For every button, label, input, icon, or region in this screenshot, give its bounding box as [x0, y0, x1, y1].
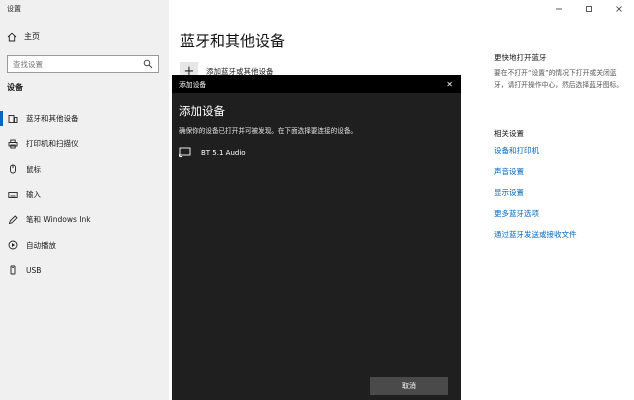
- related-settings: 相关设置 设备和打印机 声音设置 显示设置 更多蓝牙选项 通过蓝牙发送或接收文件: [494, 128, 629, 245]
- close-icon: [616, 6, 622, 12]
- home-label: 主页: [24, 32, 40, 41]
- sidebar-item-typing[interactable]: 输入: [0, 182, 169, 207]
- dialog-titlebar: 添加设备 ✕: [172, 75, 461, 93]
- dialog-close-button[interactable]: ✕: [446, 80, 453, 89]
- device-list-item[interactable]: BT 5.1 Audio: [179, 146, 246, 160]
- link-devices-printers[interactable]: 设备和打印机: [494, 140, 629, 161]
- sidebar-item-label: USB: [26, 265, 42, 275]
- sidebar-item-label: 自动播放: [26, 240, 56, 250]
- link-bluetooth-file-transfer[interactable]: 通过蓝牙发送或接收文件: [494, 224, 629, 245]
- printer-icon: [8, 139, 18, 149]
- sidebar-item-printers[interactable]: 打印机和扫描仪: [0, 131, 169, 156]
- minimize-button[interactable]: [544, 0, 574, 18]
- sidebar: 设置 主页 设备 蓝牙和其他设备 打印机和扫描仪: [0, 0, 169, 400]
- mouse-icon: [8, 164, 18, 174]
- close-icon: ✕: [446, 79, 453, 89]
- device-name: BT 5.1 Audio: [201, 149, 246, 157]
- search-icon[interactable]: [143, 59, 153, 71]
- quick-tip: 更快地打开蓝牙 要在不打开“设置”的情况下打开或关闭蓝牙，请打开操作中心，然后选…: [494, 52, 629, 91]
- audio-device-icon: [179, 146, 193, 160]
- link-sound-settings[interactable]: 声音设置: [494, 161, 629, 182]
- pen-icon: [8, 215, 18, 225]
- autoplay-icon: [8, 240, 18, 250]
- window-controls: [544, 0, 634, 18]
- quick-tip-heading: 更快地打开蓝牙: [494, 53, 547, 62]
- sidebar-item-autoplay[interactable]: 自动播放: [0, 232, 169, 257]
- section-label-devices: 设备: [7, 83, 23, 92]
- sidebar-item-label: 输入: [26, 190, 41, 200]
- bluetooth-devices-icon: [8, 114, 18, 124]
- minimize-icon: [556, 8, 562, 10]
- quick-tip-description: 要在不打开“设置”的情况下打开或关闭蓝牙，请打开操作中心，然后选择蓝牙图标。: [494, 69, 624, 89]
- dialog-subtitle: 确保你的设备已打开并可被发现。在下面选择要连接的设备。: [179, 127, 358, 135]
- maximize-icon: [586, 6, 592, 12]
- link-display-settings[interactable]: 显示设置: [494, 182, 629, 203]
- close-window-button[interactable]: [604, 0, 634, 18]
- sidebar-item-label: 笔和 Windows Ink: [26, 215, 91, 225]
- dialog-heading: 添加设备: [179, 104, 225, 118]
- maximize-button[interactable]: [574, 0, 604, 18]
- sidebar-nav: 蓝牙和其他设备 打印机和扫描仪 鼠标 输入 笔和 Windows Ink 自动播…: [0, 106, 169, 283]
- sidebar-item-label: 打印机和扫描仪: [26, 139, 79, 149]
- sidebar-item-label: 鼠标: [26, 164, 41, 174]
- related-settings-heading: 相关设置: [494, 129, 524, 138]
- search-input[interactable]: [8, 56, 133, 72]
- search-box[interactable]: [7, 55, 159, 73]
- sidebar-home[interactable]: 主页: [7, 31, 40, 42]
- sidebar-item-pen[interactable]: 笔和 Windows Ink: [0, 207, 169, 232]
- page-title: 蓝牙和其他设备: [180, 32, 286, 50]
- add-device-dialog: 添加设备 ✕ 添加设备 确保你的设备已打开并可被发现。在下面选择要连接的设备。 …: [172, 75, 461, 400]
- cancel-button[interactable]: 取消: [370, 377, 448, 395]
- link-more-bluetooth-options[interactable]: 更多蓝牙选项: [494, 203, 629, 224]
- home-icon: [7, 32, 17, 42]
- window-title: 设置: [7, 5, 21, 13]
- sidebar-item-mouse[interactable]: 鼠标: [0, 157, 169, 182]
- keyboard-icon: [8, 190, 18, 200]
- dialog-title: 添加设备: [179, 81, 207, 89]
- sidebar-item-bluetooth[interactable]: 蓝牙和其他设备: [0, 106, 169, 131]
- sidebar-item-usb[interactable]: USB: [0, 258, 169, 283]
- usb-icon: [8, 265, 18, 275]
- sidebar-item-label: 蓝牙和其他设备: [26, 114, 79, 124]
